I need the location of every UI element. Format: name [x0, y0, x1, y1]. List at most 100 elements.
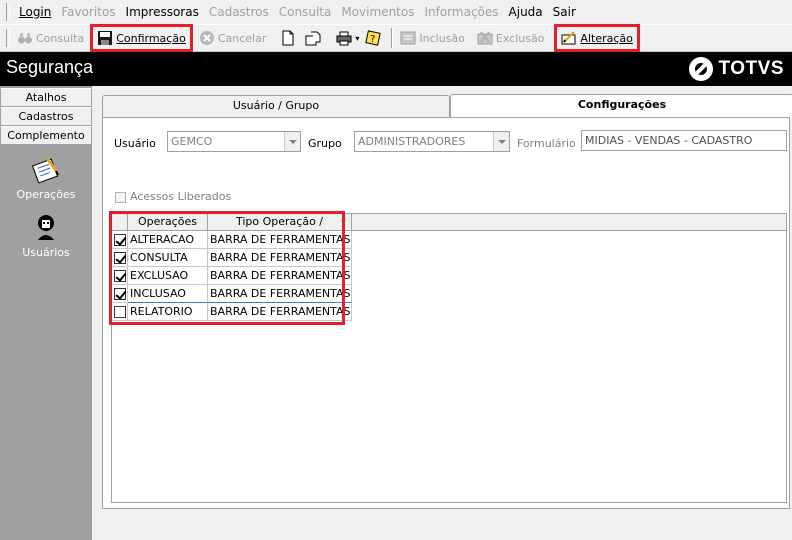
edit-icon [561, 30, 577, 46]
open-document-button[interactable] [302, 27, 327, 49]
grupo-select[interactable]: ADMINISTRADORES [354, 131, 510, 152]
save-icon [97, 30, 113, 46]
acessos-liberados-checkbox[interactable] [115, 192, 126, 203]
sidebar-tab-complemento[interactable]: Complemento [0, 126, 92, 145]
menu-ajuda[interactable]: Ajuda [504, 0, 548, 24]
row-checkbox[interactable] [114, 234, 126, 246]
grupo-value: ADMINISTRADORES [358, 135, 466, 148]
grid-header: Operações Tipo Operação / [112, 214, 786, 231]
tipo-operacao-cell: BARRA DE FERRAMENTAS [208, 267, 352, 285]
row-check-cell [112, 303, 128, 321]
toolbar-separator [391, 28, 394, 48]
sidebar-item-operacoes-label: Operações [16, 188, 76, 201]
tab-configuracoes[interactable]: Configurações [450, 94, 792, 118]
brand: TOTVS [688, 57, 785, 81]
inclusao-label: Inclusão [419, 31, 465, 45]
operations-grid: Operações Tipo Operação / ALTERACAO BARR… [109, 211, 787, 503]
sidebar-item-operacoes[interactable]: Operações [0, 152, 92, 201]
totvs-logo-icon [688, 57, 713, 81]
sidebar-tab-cadastros[interactable]: Cadastros [0, 107, 92, 126]
operacao-cell: EXCLUSAO [128, 267, 208, 285]
grupo-label: Grupo [308, 137, 342, 150]
tab-usuario-grupo[interactable]: Usuário / Grupo [102, 95, 450, 117]
menu-sair[interactable]: Sair [548, 0, 581, 24]
menu-movimentos[interactable]: Movimentos [336, 0, 419, 24]
operacao-cell: ALTERACAO [128, 231, 208, 249]
open-document-icon [305, 30, 321, 46]
toolbar: Consulta Confirmação Cancelar ▾ ? Inclus… [0, 24, 792, 52]
alteracao-label: Alteração [580, 31, 633, 45]
delete-icon [477, 30, 493, 46]
consulta-label: Consulta [36, 31, 85, 45]
sidebar-item-usuarios-label: Usuários [22, 246, 70, 259]
insert-icon [400, 30, 416, 46]
module-title: Segurança [6, 57, 94, 77]
exclusao-button[interactable]: Exclusão [474, 27, 548, 49]
menu-login[interactable]: Login [14, 0, 56, 24]
configuracoes-panel: Usuário GEMCO Grupo ADMINISTRADORES Form… [102, 117, 790, 509]
tipo-operacao-cell: BARRA DE FERRAMENTAS [208, 231, 352, 249]
users-icon [29, 210, 63, 244]
menu-impressoras[interactable]: Impressoras [121, 0, 204, 24]
sidebar-item-usuarios[interactable]: Usuários [0, 210, 92, 259]
row-checkbox[interactable] [114, 252, 126, 264]
row-check-cell [112, 231, 128, 249]
usuario-value: GEMCO [171, 135, 213, 148]
grid-header-operacoes[interactable]: Operações [128, 214, 208, 231]
usuario-select[interactable]: GEMCO [167, 131, 301, 152]
menu-bar: Login Favoritos Impressoras Cadastros Co… [0, 0, 792, 24]
menu-cadastros[interactable]: Cadastros [204, 0, 274, 24]
row-check-cell [112, 267, 128, 285]
confirmacao-label: Confirmação [116, 31, 186, 45]
chevron-down-icon[interactable] [493, 132, 509, 151]
cancelar-button[interactable]: Cancelar [196, 27, 270, 49]
menu-consulta[interactable]: Consulta [274, 0, 337, 24]
consulta-button[interactable]: Consulta [14, 27, 87, 49]
tab-strip: Usuário / Grupo Configurações [102, 94, 792, 118]
row-checkbox[interactable] [114, 306, 126, 318]
alteracao-button[interactable]: Alteração [554, 24, 640, 52]
menu-favoritos[interactable]: Favoritos [56, 0, 120, 24]
help-button[interactable]: ? [362, 27, 387, 49]
print-button[interactable]: ▾ [333, 27, 362, 49]
cancel-icon [199, 30, 215, 46]
tipo-operacao-cell: BARRA DE FERRAMENTAS [208, 303, 352, 321]
table-row[interactable]: INCLUSAO BARRA DE FERRAMENTAS [112, 285, 786, 303]
row-checkbox[interactable] [114, 288, 126, 300]
row-checkbox[interactable] [114, 270, 126, 282]
grid-header-check [112, 214, 128, 231]
operacao-cell: INCLUSAO [128, 285, 208, 303]
operacao-cell: CONSULTA [128, 249, 208, 267]
new-document-button[interactable] [277, 27, 302, 49]
grid-header-tipo-operacao[interactable]: Tipo Operação / [208, 214, 352, 231]
chevron-down-icon[interactable]: ▾ [355, 34, 359, 43]
tipo-operacao-cell: BARRA DE FERRAMENTAS [208, 285, 352, 303]
operacao-cell: RELATORIO [128, 303, 208, 321]
table-row[interactable]: ALTERACAO BARRA DE FERRAMENTAS [112, 231, 786, 249]
chevron-down-icon[interactable] [284, 132, 300, 151]
sidebar-tab-atalhos[interactable]: Atalhos [0, 88, 92, 107]
usuario-label: Usuário [114, 137, 156, 150]
operations-icon [29, 152, 63, 186]
formulario-field[interactable]: MIDIAS - VENDAS - CADASTRO [581, 130, 787, 151]
brand-name: TOTVS [718, 58, 784, 79]
exclusao-label: Exclusão [495, 31, 545, 45]
tipo-operacao-cell: BARRA DE FERRAMENTAS [208, 249, 352, 267]
formulario-value: MIDIAS - VENDAS - CADASTRO [585, 134, 753, 147]
printer-icon [336, 30, 352, 46]
formulario-label: Formulário [517, 137, 576, 150]
inclusao-button[interactable]: Inclusão [397, 27, 468, 49]
table-row[interactable]: CONSULTA BARRA DE FERRAMENTAS [112, 249, 786, 267]
table-row[interactable]: EXCLUSAO BARRA DE FERRAMENTAS [112, 267, 786, 285]
new-document-icon [280, 30, 296, 46]
svg-text:?: ? [370, 34, 375, 45]
row-check-cell [112, 285, 128, 303]
menu-informacoes[interactable]: Informações [419, 0, 503, 24]
acessos-liberados-label: Acessos Liberados [130, 190, 232, 203]
confirmacao-button[interactable]: Confirmação [90, 24, 193, 52]
row-check-cell [112, 249, 128, 267]
module-header: Segurança TOTVS [0, 52, 792, 86]
table-row[interactable]: RELATORIO BARRA DE FERRAMENTAS [112, 303, 786, 321]
toolbar-grip [6, 29, 10, 47]
menu-grip [6, 3, 10, 21]
